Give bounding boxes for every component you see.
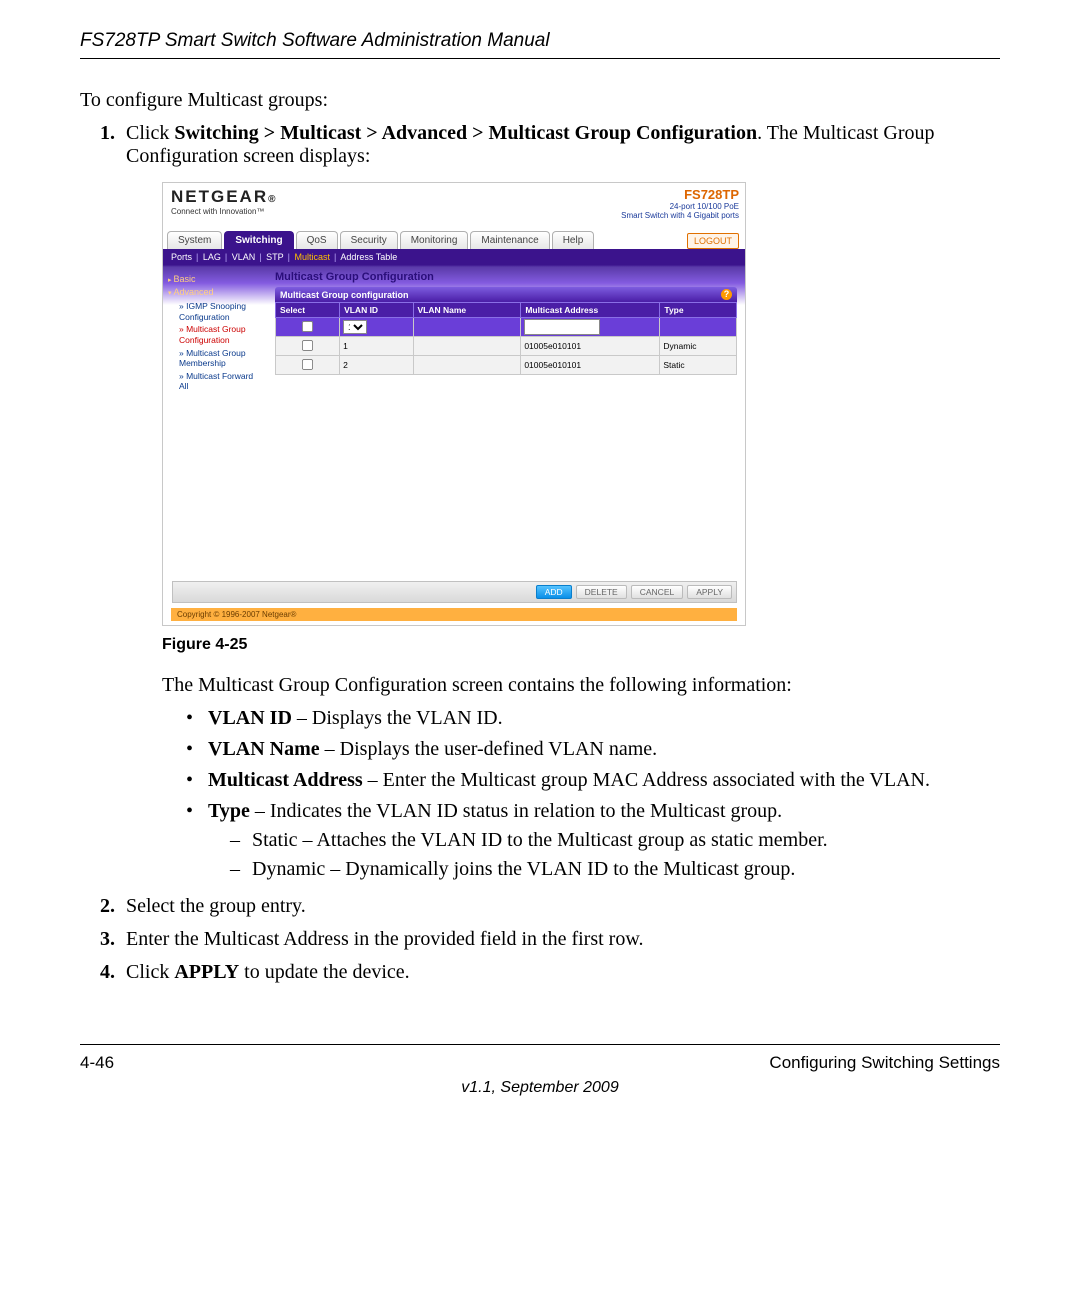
cell-vlan-id: 1 bbox=[340, 337, 413, 356]
field-type-dynamic: Dynamic – Dynamically joins the VLAN ID … bbox=[230, 858, 1000, 881]
add-button[interactable]: ADD bbox=[536, 585, 572, 599]
nav-multicast-forward-all[interactable]: » Multicast Forward All bbox=[171, 370, 263, 393]
step-1: Click Switching > Multicast > Advanced >… bbox=[120, 122, 1000, 881]
input-row: 1 bbox=[276, 318, 737, 337]
apply-button[interactable]: APPLY bbox=[687, 585, 732, 599]
table-row: 1 01005e010101 Dynamic bbox=[276, 337, 737, 356]
field-type: Type – Indicates the VLAN ID status in r… bbox=[186, 800, 1000, 881]
table-row: 2 01005e010101 Static bbox=[276, 356, 737, 375]
model-number: FS728TP bbox=[621, 187, 739, 202]
subtab-vlan[interactable]: VLAN bbox=[232, 252, 256, 262]
cell-vlan-name bbox=[413, 337, 521, 356]
nav-advanced[interactable]: Advanced bbox=[168, 287, 263, 297]
field-type-static: Static – Attaches the VLAN ID to the Mul… bbox=[230, 829, 1000, 852]
logout-button[interactable]: LOGOUT bbox=[687, 233, 739, 249]
content-title: Multicast Group Configuration bbox=[275, 271, 737, 283]
nav-basic[interactable]: Basic bbox=[168, 274, 263, 284]
nav-igmp-snooping[interactable]: » IGMP Snooping Configuration bbox=[171, 300, 263, 323]
tab-help[interactable]: Help bbox=[552, 231, 595, 249]
vlan-id-select[interactable]: 1 bbox=[343, 320, 367, 334]
multicast-address-input[interactable] bbox=[524, 319, 600, 335]
screenshot-figure: NETGEAR® Connect with Innovation™ FS728T… bbox=[162, 182, 746, 626]
field-vlan-id: VLAN ID – Displays the VLAN ID. bbox=[186, 707, 1000, 730]
cell-vlan-id: 2 bbox=[340, 356, 413, 375]
step1-pre: Click bbox=[126, 122, 174, 144]
tab-qos[interactable]: QoS bbox=[296, 231, 338, 249]
cell-vlan-name bbox=[413, 356, 521, 375]
tab-maintenance[interactable]: Maintenance bbox=[470, 231, 549, 249]
cell-multicast-address: 01005e010101 bbox=[521, 356, 660, 375]
subtab-lag[interactable]: LAG bbox=[203, 252, 221, 262]
cell-type: Static bbox=[660, 356, 737, 375]
doc-version: v1.1, September 2009 bbox=[80, 1079, 1000, 1097]
model-desc-2: Smart Switch with 4 Gigabit ports bbox=[621, 211, 739, 220]
step-4: Click APPLY to update the device. bbox=[120, 961, 1000, 984]
model-block: FS728TP 24-port 10/100 PoE Smart Switch … bbox=[621, 187, 739, 229]
tab-switching[interactable]: Switching bbox=[224, 231, 293, 249]
sub-tabs: Ports| LAG| VLAN| STP| Multicast| Addres… bbox=[163, 249, 745, 265]
subtab-address-table[interactable]: Address Table bbox=[340, 252, 397, 262]
row-select-checkbox[interactable] bbox=[302, 339, 313, 350]
page-number: 4-46 bbox=[80, 1053, 114, 1073]
step-2: Select the group entry. bbox=[120, 895, 1000, 918]
after-figure-text: The Multicast Group Configuration screen… bbox=[162, 674, 1000, 697]
panel-header: Multicast Group configuration ? bbox=[275, 287, 737, 302]
brand-tagline: Connect with Innovation™ bbox=[171, 207, 278, 216]
select-all-checkbox[interactable] bbox=[302, 320, 313, 331]
tab-system[interactable]: System bbox=[167, 231, 222, 249]
tab-monitoring[interactable]: Monitoring bbox=[400, 231, 469, 249]
left-nav: Basic Advanced » IGMP Snooping Configura… bbox=[163, 265, 267, 595]
cell-type: Dynamic bbox=[660, 337, 737, 356]
brand-block: NETGEAR® Connect with Innovation™ bbox=[171, 187, 278, 229]
panel-title: Multicast Group configuration bbox=[280, 290, 409, 300]
subtab-ports[interactable]: Ports bbox=[171, 252, 192, 262]
delete-button[interactable]: DELETE bbox=[576, 585, 627, 599]
col-select: Select bbox=[276, 303, 340, 318]
subtab-multicast[interactable]: Multicast bbox=[295, 252, 331, 262]
row-select-checkbox[interactable] bbox=[302, 358, 313, 369]
page-header: FS728TP Smart Switch Software Administra… bbox=[80, 30, 1000, 59]
figure-caption: Figure 4-25 bbox=[162, 636, 1000, 654]
intro-text: To configure Multicast groups: bbox=[80, 89, 1000, 112]
nav-multicast-group-config[interactable]: » Multicast Group Configuration bbox=[171, 323, 263, 346]
col-multicast-address: Multicast Address bbox=[521, 303, 660, 318]
brand-name: NETGEAR® bbox=[171, 187, 278, 207]
field-vlan-name: VLAN Name – Displays the user-defined VL… bbox=[186, 738, 1000, 761]
help-icon[interactable]: ? bbox=[721, 289, 732, 300]
step-3: Enter the Multicast Address in the provi… bbox=[120, 928, 1000, 951]
page-footer: 4-46 Configuring Switching Settings bbox=[80, 1044, 1000, 1073]
cancel-button[interactable]: CANCEL bbox=[631, 585, 683, 599]
main-tabs: System Switching QoS Security Monitoring… bbox=[163, 231, 594, 249]
model-desc-1: 24-port 10/100 PoE bbox=[621, 202, 739, 211]
section-title: Configuring Switching Settings bbox=[769, 1053, 1000, 1073]
step1-path: Switching > Multicast > Advanced > Multi… bbox=[174, 122, 757, 144]
subtab-stp[interactable]: STP bbox=[266, 252, 284, 262]
tab-security[interactable]: Security bbox=[340, 231, 398, 249]
nav-multicast-group-membership[interactable]: » Multicast Group Membership bbox=[171, 347, 263, 370]
multicast-group-table: Select VLAN ID VLAN Name Multicast Addre… bbox=[275, 302, 737, 375]
button-bar: ADD DELETE CANCEL APPLY bbox=[172, 581, 737, 603]
copyright-bar: Copyright © 1996-2007 Netgear® bbox=[171, 608, 737, 621]
col-type: Type bbox=[660, 303, 737, 318]
col-vlan-name: VLAN Name bbox=[413, 303, 521, 318]
col-vlan-id: VLAN ID bbox=[340, 303, 413, 318]
cell-multicast-address: 01005e010101 bbox=[521, 337, 660, 356]
field-multicast-address: Multicast Address – Enter the Multicast … bbox=[186, 769, 1000, 792]
